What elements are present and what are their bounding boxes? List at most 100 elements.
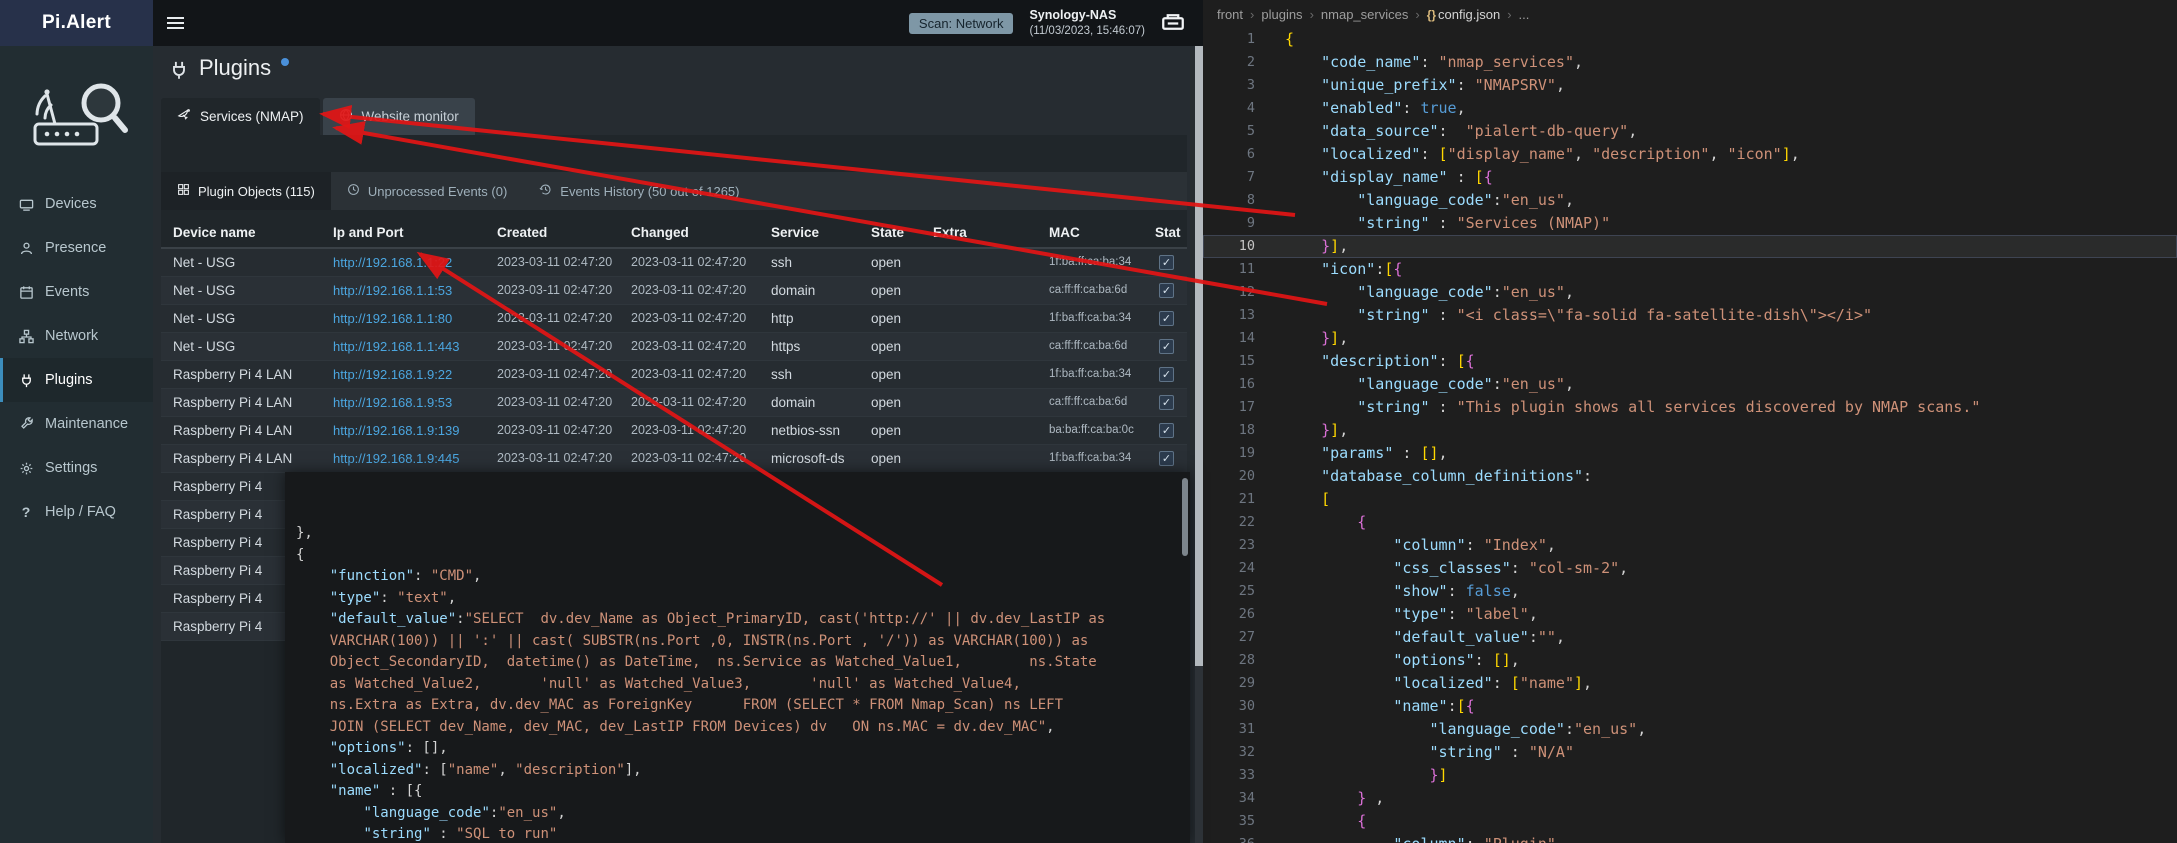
changed-cell: 2023-03-11 02:47:20 — [619, 416, 759, 444]
editor-line-2[interactable]: 2 "code_name": "nmap_services", — [1203, 51, 2177, 74]
tab-events-history-50-out-of-1265[interactable]: Events History (50 out of 1265) — [523, 172, 755, 210]
app-scrollbar[interactable] — [1195, 46, 1203, 843]
status-checkbox[interactable] — [1159, 395, 1174, 410]
breadcrumb-item-nmap-services[interactable]: nmap_services — [1321, 7, 1408, 22]
editor-line-12[interactable]: 12 "language_code":"en_us", — [1203, 281, 2177, 304]
editor-line-23[interactable]: 23 "column": "Index", — [1203, 534, 2177, 557]
status-checkbox[interactable] — [1159, 451, 1174, 466]
plugin-config-code-viewer[interactable]: },{ "function": "CMD", "type": "text", "… — [285, 472, 1190, 843]
editor-line-1[interactable]: 1{ — [1203, 28, 2177, 51]
column-header-extra[interactable]: Extra — [921, 218, 1037, 248]
editor-line-14[interactable]: 14 }], — [1203, 327, 2177, 350]
status-checkbox[interactable] — [1159, 255, 1174, 270]
sidebar-item-devices[interactable]: Devices — [0, 182, 153, 226]
editor-line-22[interactable]: 22 { — [1203, 511, 2177, 534]
breadcrumb-item-plugins[interactable]: plugins — [1261, 7, 1302, 22]
column-header-stat[interactable]: Stat — [1143, 218, 1187, 248]
editor-line-35[interactable]: 35 { — [1203, 810, 2177, 833]
breadcrumb-item-[interactable]: ... — [1519, 7, 1530, 22]
mac-cell: ca:ff:ff:ca:ba:6d — [1037, 276, 1143, 304]
sidebar-item-label: Devices — [45, 196, 97, 212]
ip-port-link[interactable]: http://192.168.1.1:80 — [333, 311, 452, 326]
history-icon — [539, 183, 552, 199]
status-checkbox[interactable] — [1159, 283, 1174, 298]
editor-line-17[interactable]: 17 "string" : "This plugin shows all ser… — [1203, 396, 2177, 419]
editor-line-21[interactable]: 21 [ — [1203, 488, 2177, 511]
device-name-cell: Net - USG — [161, 332, 321, 360]
ip-port-link[interactable]: http://192.168.1.1:22 — [333, 255, 452, 270]
editor-line-16[interactable]: 16 "language_code":"en_us", — [1203, 373, 2177, 396]
editor-line-20[interactable]: 20 "database_column_definitions": — [1203, 465, 2177, 488]
changed-cell: 2023-03-11 02:47:20 — [619, 444, 759, 472]
editor-line-10[interactable]: 10 }], — [1203, 235, 2177, 258]
editor-line-33[interactable]: 33 }] — [1203, 764, 2177, 787]
ip-port-link[interactable]: http://192.168.1.9:53 — [333, 395, 452, 410]
scan-status-badge[interactable]: Scan: Network — [909, 13, 1014, 34]
service-cell: domain — [759, 276, 859, 304]
editor-line-15[interactable]: 15 "description": [{ — [1203, 350, 2177, 373]
sidebar-item-events[interactable]: Events — [0, 270, 153, 314]
status-checkbox[interactable] — [1159, 423, 1174, 438]
overlay-scrollbar-thumb[interactable] — [1182, 478, 1188, 556]
line-number: 12 — [1203, 281, 1275, 304]
sidebar-item-plugins[interactable]: Plugins — [0, 358, 153, 402]
app-logo[interactable]: Pi.Alert — [0, 0, 153, 46]
status-checkbox[interactable] — [1159, 311, 1174, 326]
ip-port-link[interactable]: http://192.168.1.1:443 — [333, 339, 460, 354]
sidebar-item-settings[interactable]: Settings — [0, 446, 153, 490]
editor-line-34[interactable]: 34 } , — [1203, 787, 2177, 810]
column-header-ip-and-port[interactable]: Ip and Port — [321, 218, 485, 248]
editor-line-36[interactable]: 36 "column": "Plugin", — [1203, 833, 2177, 843]
sidebar-item-help-faq[interactable]: ?Help / FAQ — [0, 490, 153, 534]
sidebar-item-presence[interactable]: Presence — [0, 226, 153, 270]
column-header-device-name[interactable]: Device name — [161, 218, 321, 248]
editor-line-26[interactable]: 26 "type": "label", — [1203, 603, 2177, 626]
status-checkbox[interactable] — [1159, 367, 1174, 382]
editor-line-25[interactable]: 25 "show": false, — [1203, 580, 2177, 603]
line-number: 16 — [1203, 373, 1275, 396]
editor-line-6[interactable]: 6 "localized": ["display_name", "descrip… — [1203, 143, 2177, 166]
table-row: Raspberry Pi 4 LANhttp://192.168.1.9:532… — [161, 388, 1187, 416]
editor-line-28[interactable]: 28 "options": [], — [1203, 649, 2177, 672]
breadcrumb-item-front[interactable]: front — [1217, 7, 1243, 22]
menu-toggle-button[interactable] — [153, 0, 197, 46]
editor-line-4[interactable]: 4 "enabled": true, — [1203, 97, 2177, 120]
app-scrollbar-thumb[interactable] — [1195, 46, 1203, 666]
editor-line-3[interactable]: 3 "unique_prefix": "NMAPSRV", — [1203, 74, 2177, 97]
column-header-mac[interactable]: MAC — [1037, 218, 1143, 248]
objects-icon — [177, 183, 190, 199]
editor-line-9[interactable]: 9 "string" : "Services (NMAP)" — [1203, 212, 2177, 235]
status-checkbox[interactable] — [1159, 339, 1174, 354]
editor-line-5[interactable]: 5 "data_source": "pialert-db-query", — [1203, 120, 2177, 143]
editor-line-19[interactable]: 19 "params" : [], — [1203, 442, 2177, 465]
sidebar-item-network[interactable]: Network — [0, 314, 153, 358]
column-header-changed[interactable]: Changed — [619, 218, 759, 248]
editor-line-30[interactable]: 30 "name":[{ — [1203, 695, 2177, 718]
globe-icon — [339, 108, 353, 125]
ip-port-link[interactable]: http://192.168.1.9:22 — [333, 367, 452, 382]
tab-unprocessed-events-0[interactable]: Unprocessed Events (0) — [331, 172, 523, 210]
ip-port-link[interactable]: http://192.168.1.1:53 — [333, 283, 452, 298]
editor-line-8[interactable]: 8 "language_code":"en_us", — [1203, 189, 2177, 212]
editor-line-24[interactable]: 24 "css_classes": "col-sm-2", — [1203, 557, 2177, 580]
editor-line-29[interactable]: 29 "localized": ["name"], — [1203, 672, 2177, 695]
tab-website-monitor[interactable]: Website monitor — [323, 98, 475, 135]
editor-line-18[interactable]: 18 }], — [1203, 419, 2177, 442]
editor-line-31[interactable]: 31 "language_code":"en_us", — [1203, 718, 2177, 741]
sidebar-item-maintenance[interactable]: Maintenance — [0, 402, 153, 446]
breadcrumb-item-config-json[interactable]: {}config.json — [1427, 7, 1501, 22]
ip-port-link[interactable]: http://192.168.1.9:139 — [333, 423, 460, 438]
tab-plugin-objects-115[interactable]: Plugin Objects (115) — [161, 172, 331, 210]
column-header-service[interactable]: Service — [759, 218, 859, 248]
editor-line-27[interactable]: 27 "default_value":"", — [1203, 626, 2177, 649]
column-header-state[interactable]: State — [859, 218, 921, 248]
ip-port-link[interactable]: http://192.168.1.9:445 — [333, 451, 460, 466]
editor-line-11[interactable]: 11 "icon":[{ — [1203, 258, 2177, 281]
editor-line-32[interactable]: 32 "string" : "N/A" — [1203, 741, 2177, 764]
editor-line-7[interactable]: 7 "display_name" : [{ — [1203, 166, 2177, 189]
tab-services-nmap[interactable]: Services (NMAP) — [161, 98, 320, 135]
changed-cell: 2023-03-11 02:47:20 — [619, 332, 759, 360]
scanner-icon[interactable] — [1161, 10, 1187, 36]
editor-line-13[interactable]: 13 "string" : "<i class=\"fa-solid fa-sa… — [1203, 304, 2177, 327]
column-header-created[interactable]: Created — [485, 218, 619, 248]
